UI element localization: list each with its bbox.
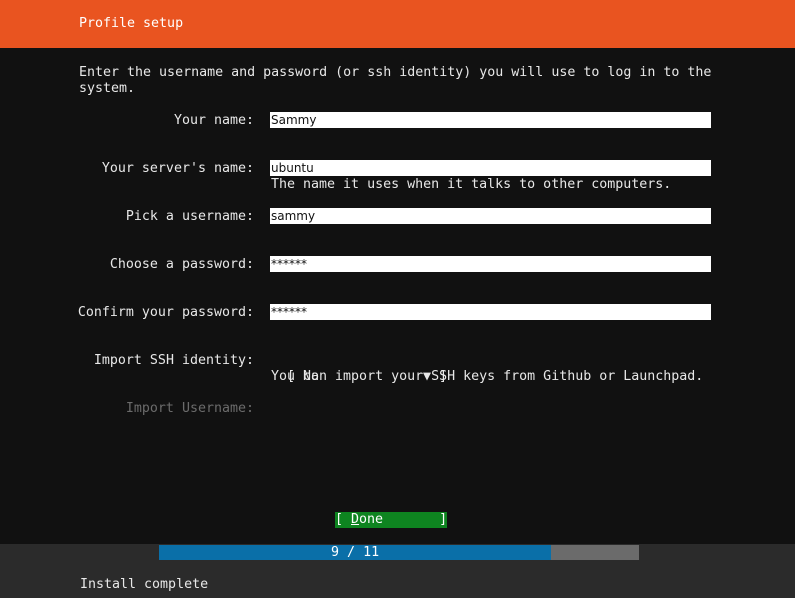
- intro-text: Enter the username and password (or ssh …: [79, 65, 712, 96]
- username-label: Pick a username:: [125, 209, 254, 224]
- ssh-identity-help: You can import your SSH keys from Github…: [271, 369, 704, 384]
- password-input[interactable]: ******: [270, 256, 711, 272]
- confirm-password-input[interactable]: ******: [270, 304, 711, 320]
- page-title: Profile setup: [79, 16, 184, 31]
- your-name-input[interactable]: Sammy: [270, 112, 711, 128]
- server-name-help: The name it uses when it talks to other …: [271, 177, 672, 192]
- server-name-label: Your server's name:: [101, 161, 254, 176]
- ssh-identity-label: Import SSH identity:: [93, 353, 254, 368]
- done-label-rest: one: [359, 512, 384, 527]
- username-input[interactable]: sammy: [270, 208, 711, 224]
- import-username-label: Import Username:: [125, 401, 254, 416]
- server-name-input[interactable]: ubuntu: [270, 160, 711, 176]
- done-close-bracket: ]: [383, 512, 448, 527]
- header-bar: Profile setup: [0, 0, 795, 48]
- progress-bar: 9 / 11: [159, 545, 639, 560]
- progress-text: 9 / 11: [331, 545, 380, 560]
- done-button[interactable]: [ Done ]: [335, 512, 447, 528]
- confirm-password-label: Confirm your password:: [77, 305, 254, 320]
- done-accel-key: D: [351, 512, 360, 527]
- status-text: Install complete: [80, 577, 209, 592]
- your-name-label: Your name:: [173, 113, 254, 128]
- done-open-bracket: [: [335, 512, 352, 527]
- password-label: Choose a password:: [109, 257, 254, 272]
